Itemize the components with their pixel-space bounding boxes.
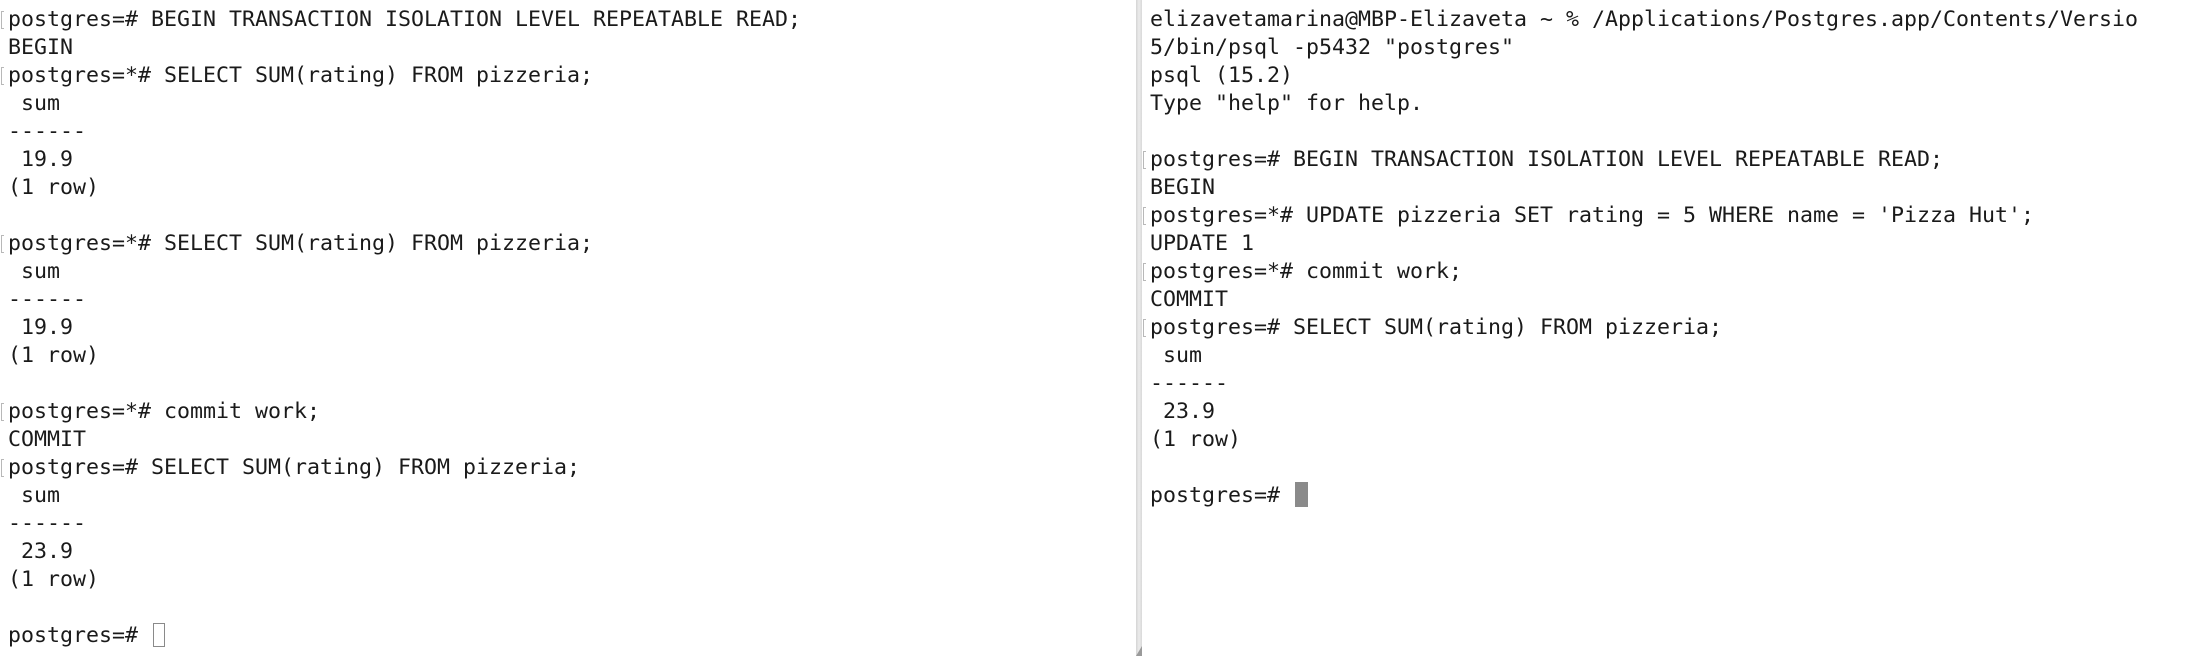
terminal-line: sum [8,91,61,116]
terminal-line: postgres=*# SELECT SUM(rating) FROM pizz… [1,230,801,258]
text-cursor-icon [153,623,166,647]
terminal-line: sum [8,483,61,508]
command-mark-icon [1,11,4,29]
terminal-line: postgres=# BEGIN TRANSACTION ISOLATION L… [1143,146,2138,174]
terminal-line: 23.9 [1150,399,1216,424]
terminal-line: 23.9 [8,539,74,564]
right-terminal-pane[interactable]: elizavetamarina@MBP-Elizaveta ~ % /Appli… [1142,0,2204,656]
terminal-line: elizavetamarina@MBP-Elizaveta ~ % /Appli… [1150,7,2139,32]
command-mark-icon [1143,151,1146,169]
terminal-line: postgres=*# commit work; [1,398,801,426]
terminal-line: COMMIT [8,427,87,452]
terminal-line: ------ [8,287,87,312]
terminal-line: postgres=# SELECT SUM(rating) FROM pizze… [1,454,801,482]
terminal-line: postgres=*# UPDATE pizzeria SET rating =… [1143,202,2138,230]
command-mark-icon [1143,263,1146,281]
command-mark-icon [1,459,4,477]
text-cursor-icon [1295,482,1309,507]
terminal-line: UPDATE 1 [1150,231,1255,256]
terminal-line: ------ [1150,371,1229,396]
terminal-line: (1 row) [8,175,100,200]
left-terminal-output[interactable]: postgres=# BEGIN TRANSACTION ISOLATION L… [1,6,801,650]
terminal-line: 19.9 [8,315,74,340]
terminal-line: (1 row) [8,567,100,592]
terminal-line: sum [8,259,61,284]
terminal-line: sum [1150,343,1203,368]
terminal-line: ------ [8,119,87,144]
command-mark-icon [1,235,4,253]
terminal-line: 5/bin/psql -p5432 "postgres" [1150,35,1515,60]
terminal-line: postgres=*# commit work; [1143,258,2138,286]
terminal-line: postgres=# SELECT SUM(rating) FROM pizze… [1143,314,2138,342]
terminal-line: psql (15.2) [1150,63,1294,88]
terminal-prompt-line[interactable]: postgres=# [1150,482,2138,510]
terminal-line: ------ [8,511,87,536]
terminal-line: BEGIN [1150,175,1216,200]
terminal-line: BEGIN [8,35,74,60]
terminal-split-view: postgres=# BEGIN TRANSACTION ISOLATION L… [0,0,2204,656]
terminal-line: Type "help" for help. [1150,91,1424,116]
command-mark-icon [1143,319,1146,337]
terminal-line: (1 row) [8,343,100,368]
terminal-line: 19.9 [8,147,74,172]
terminal-line: postgres=*# SELECT SUM(rating) FROM pizz… [1,62,801,90]
command-mark-icon [1143,207,1146,225]
left-terminal-pane[interactable]: postgres=# BEGIN TRANSACTION ISOLATION L… [0,0,1136,656]
command-mark-icon [1,403,4,421]
terminal-line: COMMIT [1150,287,1229,312]
command-mark-icon [1,67,4,85]
terminal-line: postgres=# BEGIN TRANSACTION ISOLATION L… [1,6,801,34]
right-terminal-output[interactable]: elizavetamarina@MBP-Elizaveta ~ % /Appli… [1143,6,2139,510]
terminal-prompt-line[interactable]: postgres=# [8,622,801,650]
terminal-line: (1 row) [1150,427,1242,452]
